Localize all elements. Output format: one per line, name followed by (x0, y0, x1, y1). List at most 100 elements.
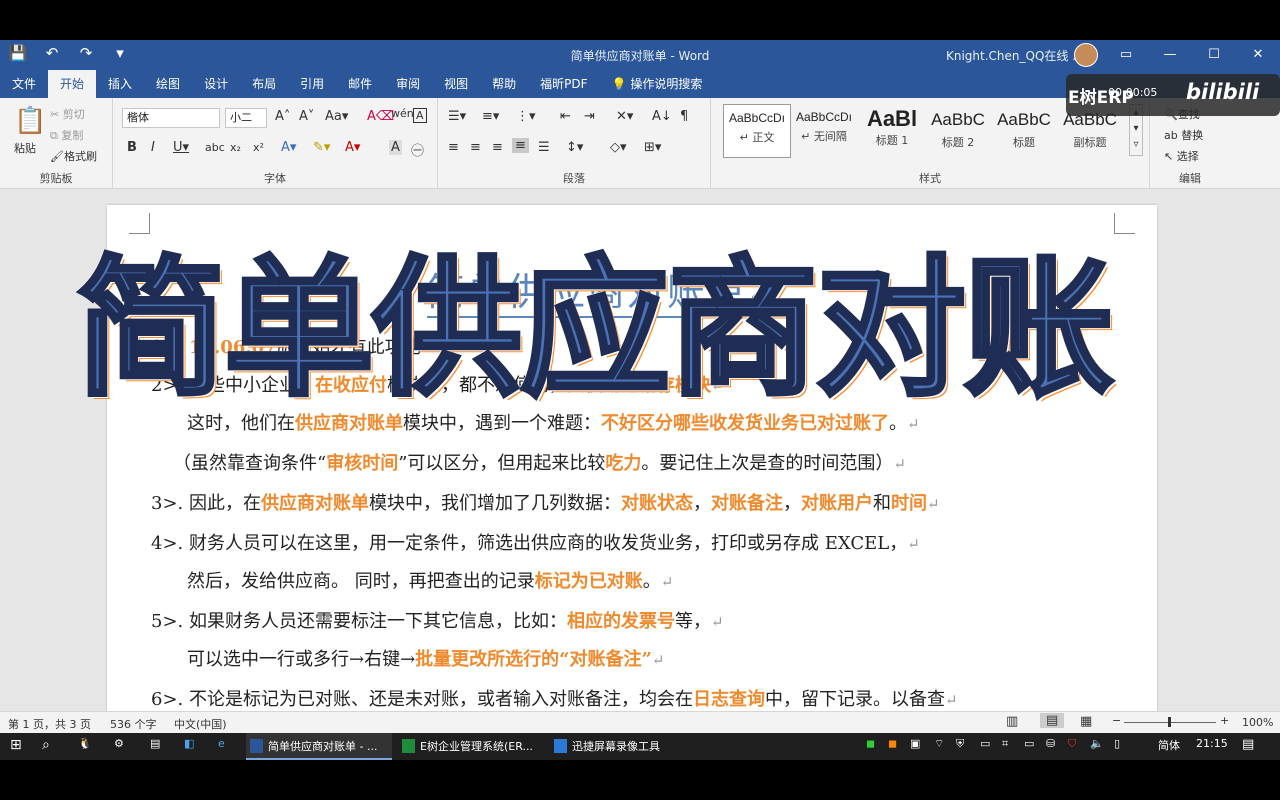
tab-home[interactable]: 开始 (48, 70, 97, 98)
qq-icon[interactable]: 🐧 (78, 737, 92, 750)
subscript-icon[interactable]: x₂ (230, 141, 241, 154)
tab-review[interactable]: 审阅 (384, 70, 432, 98)
search-icon[interactable]: ⌕ (42, 737, 50, 753)
taskbar-app-recorder[interactable]: 迅捷屏幕录像工具 (550, 733, 718, 760)
underline-icon[interactable]: U▾ (173, 140, 189, 155)
taskbar-app-word[interactable]: 简单供应商对账单 - ... (246, 733, 392, 760)
tray-volume-icon[interactable]: 🔈 (1090, 737, 1104, 750)
browser-icon[interactable]: e (218, 737, 225, 750)
style-normal[interactable]: AaBbCcDı ↵ 正文 (723, 104, 791, 158)
print-layout-icon[interactable]: ▤ (1040, 713, 1065, 728)
zoom-slider-thumb[interactable] (1168, 717, 1171, 727)
cut-button[interactable]: ✂ 剪切 (50, 106, 85, 122)
distributed-icon[interactable]: ☰ (538, 140, 550, 155)
tab-file[interactable]: 文件 (0, 70, 48, 98)
close-icon[interactable]: ✕ (1236, 40, 1280, 70)
tab-help[interactable]: 帮助 (480, 70, 528, 98)
language[interactable]: 中文(中国) (174, 716, 227, 732)
tab-references[interactable]: 引用 (288, 70, 336, 98)
zoom-in-icon[interactable]: + (1220, 714, 1229, 727)
font-size-select[interactable]: 小二 (225, 108, 267, 128)
wifi-icon[interactable]: ⌔ (934, 737, 944, 751)
word-count[interactable]: 536 个字 (110, 716, 157, 732)
input-method[interactable]: 简体 (1158, 737, 1180, 753)
format-painter-button[interactable]: 🖌格式刷 (50, 148, 97, 164)
enclose-characters-icon[interactable]: ㊀ (411, 140, 424, 159)
bullets-icon[interactable]: ☰▾ (448, 109, 466, 124)
replace-button[interactable]: ab 替换 (1164, 127, 1203, 143)
windows-start-icon[interactable]: ⊞ (10, 737, 22, 753)
italic-icon[interactable]: I (151, 140, 155, 155)
grow-font-icon[interactable]: A˄ (275, 109, 290, 124)
numbering-icon[interactable]: ≡▾ (482, 109, 499, 124)
bold-icon[interactable]: B (127, 140, 137, 155)
multilevel-list-icon[interactable]: ⋮▾ (516, 109, 536, 124)
tab-mailings[interactable]: 邮件 (336, 70, 384, 98)
phonetic-guide-icon[interactable]: wén (391, 107, 414, 120)
tray-camera-icon[interactable]: ▣ (910, 737, 920, 750)
character-border-icon[interactable]: A (413, 108, 427, 123)
minimize-icon[interactable]: — (1148, 40, 1192, 70)
font-color-icon[interactable]: A▾ (345, 140, 360, 155)
clock[interactable]: 21:15 (1196, 737, 1228, 750)
tray-mic-icon[interactable]: ▯ (1114, 737, 1120, 750)
maximize-icon[interactable]: ☐ (1192, 40, 1236, 70)
taskbar-app-erp[interactable]: E树企业管理系统(ER... (398, 733, 566, 760)
style-title[interactable]: AaBbC 标题 (991, 104, 1057, 156)
show-marks-icon[interactable]: ¶ (680, 109, 688, 124)
justify-icon[interactable]: ≡ (512, 138, 529, 153)
user-name[interactable]: Knight.Chen_QQ在线 ... (946, 47, 1084, 64)
app2-icon[interactable]: ◧ (184, 737, 194, 750)
read-mode-icon[interactable]: ▥ (1006, 714, 1018, 729)
tray-monitor-icon[interactable]: ▭ (1024, 737, 1034, 750)
tray-app-icon[interactable]: ◼ (888, 737, 897, 750)
tab-draw[interactable]: 绘图 (144, 70, 192, 98)
change-case-icon[interactable]: Aa▾ (325, 109, 348, 124)
select-button[interactable]: ↖ 选择 (1164, 148, 1199, 164)
avatar[interactable] (1074, 43, 1098, 67)
tab-tell-me[interactable]: 💡 操作说明搜索 (600, 70, 715, 98)
sort-icon[interactable]: A↓ (652, 109, 672, 124)
align-right-icon[interactable]: ≡ (492, 140, 503, 155)
app-icon[interactable]: ⚙ (114, 737, 124, 750)
ribbon-display-options-icon[interactable]: ▭ (1104, 40, 1148, 70)
decrease-indent-icon[interactable]: ⇤ (560, 109, 571, 124)
highlight-icon[interactable]: ✎▾ (313, 140, 330, 155)
security-icon[interactable]: ⛨ (956, 737, 964, 751)
style-heading-2[interactable]: AaBbC 标题 2 (925, 104, 991, 156)
paste-icon[interactable]: 📋 (14, 106, 46, 136)
web-layout-icon[interactable]: ▦ (1080, 714, 1092, 729)
shrink-font-icon[interactable]: A˅ (299, 109, 314, 124)
align-center-icon[interactable]: ≡ (470, 140, 481, 155)
strikethrough-icon[interactable]: abc (205, 141, 225, 154)
increase-indent-icon[interactable]: ⇥ (584, 109, 595, 124)
tray-gamepad-icon[interactable]: ⌗ (1002, 737, 1008, 751)
superscript-icon[interactable]: x² (253, 141, 264, 154)
tray-display-icon[interactable]: ▭ (980, 737, 990, 750)
tab-design[interactable]: 设计 (192, 70, 240, 98)
borders-icon[interactable]: ⊞▾ (644, 140, 661, 155)
tab-layout[interactable]: 布局 (240, 70, 288, 98)
style-heading-1[interactable]: AaBl 标题 1 (859, 104, 925, 156)
zoom-out-icon[interactable]: − (1112, 714, 1121, 727)
page-count[interactable]: 第 1 页，共 3 页 (8, 716, 91, 732)
style-no-spacing[interactable]: AaBbCcDı ↵ 无间隔 (791, 104, 857, 156)
tray-shield-icon[interactable]: ⛉ (1068, 737, 1076, 751)
notes-icon[interactable]: ▤ (150, 737, 160, 750)
font-name-select[interactable]: 楷体 (122, 108, 220, 128)
notification-icon[interactable]: ▤ (1242, 737, 1254, 752)
tab-view[interactable]: 视图 (432, 70, 480, 98)
text-effects-icon[interactable]: A▾ (281, 140, 296, 155)
chinese-layout-icon[interactable]: ✕▾ (616, 109, 633, 124)
character-shading-icon[interactable]: A (389, 140, 402, 155)
align-left-icon[interactable]: ≡ (448, 140, 459, 155)
tray-drive-icon[interactable]: ⛁ (1046, 737, 1055, 750)
tab-foxit-pdf[interactable]: 福昕PDF (528, 70, 599, 98)
paste-button[interactable]: 粘贴 (14, 140, 36, 156)
zoom-level[interactable]: 100% (1242, 716, 1273, 729)
copy-button[interactable]: ⧉ 复制 (50, 127, 83, 143)
line-spacing-icon[interactable]: ↕▾ (566, 140, 583, 155)
tab-insert[interactable]: 插入 (96, 70, 144, 98)
tray-erp-icon[interactable]: ◼ (866, 737, 875, 750)
shading-icon[interactable]: ◇▾ (610, 140, 627, 155)
